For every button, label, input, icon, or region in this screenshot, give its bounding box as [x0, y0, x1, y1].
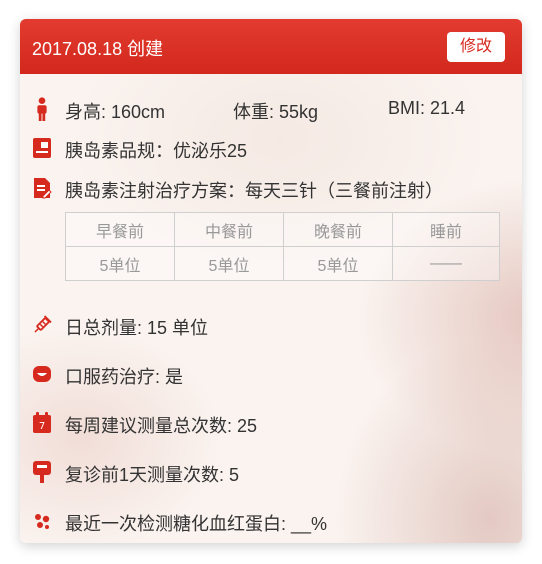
insulin-spec: 胰岛素品规：优泌乐25 — [65, 141, 248, 161]
dose-breakfast: 5单位 — [65, 246, 175, 281]
header-dinner: 晚餐前 — [283, 212, 393, 247]
weekly-test-count: 每周建议测量总次数: 25 — [65, 416, 258, 436]
weight-value: 体重: 55kg — [233, 102, 319, 122]
insulin-plan: 胰岛素注射治疗方案：每天三针（三餐前注射） — [65, 181, 443, 201]
dose-lunch: 5单位 — [174, 246, 284, 281]
dose-bedtime: —— — [392, 246, 500, 281]
person-icon — [37, 97, 47, 121]
glucose-meter-icon — [33, 461, 51, 483]
edit-button[interactable]: 修改 — [447, 32, 505, 62]
calendar-icon: 7 — [33, 412, 51, 433]
oral-medication: 口服药治疗: 是 — [65, 367, 184, 387]
blood-drops-icon — [35, 514, 50, 529]
syringe-icon — [34, 315, 52, 333]
card-header: 2017.08.18 创建 修改 — [20, 19, 522, 74]
svg-text:7: 7 — [39, 421, 45, 432]
latest-hba1c: 最近一次检测糖化血红蛋白: __% — [65, 514, 328, 534]
pre-visit-test-count: 复诊前1天测量次数: 5 — [65, 465, 240, 485]
oral-medicine-icon — [33, 366, 51, 382]
table-header-row: 早餐前 中餐前 晚餐前 睡前 — [65, 212, 500, 247]
header-bedtime: 睡前 — [392, 212, 500, 247]
bmi-value: BMI: 21.4 — [388, 98, 466, 118]
dose-schedule-table: 早餐前 中餐前 晚餐前 睡前 5单位 5单位 5单位 —— — [65, 212, 500, 281]
record-created-date: 2017.08.18 创建 — [32, 39, 164, 59]
insulin-pen-icon — [33, 138, 51, 158]
prescription-icon — [34, 178, 52, 199]
dose-dinner: 5单位 — [283, 246, 393, 281]
header-lunch: 中餐前 — [174, 212, 284, 247]
table-row: 5单位 5单位 5单位 —— — [65, 246, 500, 281]
height-value: 身高: 160cm — [65, 102, 166, 122]
daily-total-dose: 日总剂量: 15 单位 — [65, 318, 209, 338]
record-card: 2017.08.18 创建 修改 身高: 160cm 体重: 55kg BMI:… — [20, 19, 522, 543]
header-breakfast: 早餐前 — [65, 212, 175, 247]
